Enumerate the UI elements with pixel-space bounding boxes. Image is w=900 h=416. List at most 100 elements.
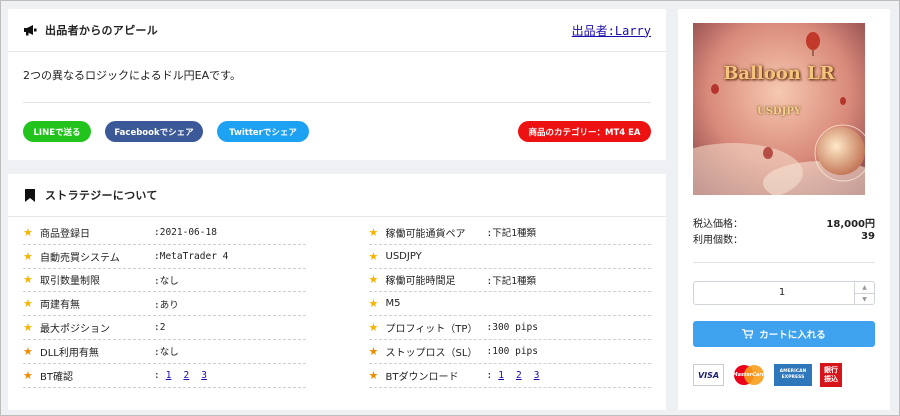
chevron-up-icon[interactable]: ▲ [855,282,874,293]
spec-value: :100 pips [486,345,538,357]
spec-label: 稼働可能時間足 [385,276,456,288]
star-icon: ★ [368,249,379,263]
users-value: 39 [861,231,875,242]
spec-label: 取引数量制限 [40,276,100,288]
seller-appeal-card: 出品者からのアピール 出品者:Larry 2つの異なるロジックによるドル円EAで… [8,9,666,160]
star-icon: ★ [23,368,33,382]
spec-column-right: ★ 稼働可能通貨ペア:下記1種類 ★ USDJPY ★ 稼働可能時間足:下記1種類 ★ M5 ★… [368,221,651,388]
quantity-step-buttons[interactable]: ▲ ▼ [854,282,874,304]
cart-icon [742,329,754,339]
spec-row: ★ 両建有無 :あり [23,292,306,317]
star-icon: ★ [23,225,33,239]
add-to-cart-label: カートに入れる [759,330,826,341]
star-icon: ★ [23,249,33,263]
star-icon: ★ [23,344,33,358]
spec-row: ★ 商品登録日 :2021-06-18 [23,221,306,245]
spec-label: 自動売買システム [40,252,120,264]
quantity-value[interactable]: 1 [694,282,854,304]
star-icon: ★ [368,225,379,239]
spec-row: ★ DLL利用有無 :なし [23,340,306,364]
appeal-title: 出品者からのアピール [45,24,158,37]
users-row: 利用個数： 39 [693,231,875,246]
spec-value: : [154,369,160,381]
bt-link[interactable]: 1 [166,370,172,381]
bt-link[interactable]: 2 [516,370,522,381]
strategy-header: ストラテジーについて [8,174,666,217]
spec-value: :下記1種類 [486,228,536,240]
spec-value: :MetaTrader 4 [154,250,229,262]
spec-value: :あり [154,299,179,311]
chevron-down-icon[interactable]: ▼ [855,293,874,305]
bt-link[interactable]: 2 [183,370,189,381]
product-image-subtitle: USDJPY [756,106,801,117]
spec-label: BTダウンロード [385,371,459,383]
spec-row: ★ BT確認:1 2 3 [23,364,306,388]
price-value: 18,000円 [826,219,875,230]
strategy-card: ストラテジーについて ★ 商品登録日 :2021-06-18 ★ 自動売買システム :Me… [8,174,666,410]
bt-link[interactable]: 1 [498,370,504,381]
strategy-title: ストラテジーについて [45,189,158,202]
appeal-header: 出品者からのアピール 出品者:Larry [8,9,666,52]
price-row: 税込価格： 18,000円 [693,215,875,230]
payment-methods: VISA MasterCard AMERICAN EXPRESS 銀行振込 [693,363,850,387]
star-icon: ★ [23,321,33,335]
product-sidebar: Balloon LR USDJPY 税込価格： 18,000円 利用個数： 39… [678,9,890,410]
spec-label: USDJPY [385,250,422,262]
amex-logo: AMERICAN EXPRESS [774,364,812,386]
spec-label: 両建有無 [40,300,80,312]
spec-value: :300 pips [486,322,538,334]
spec-label: ストップロス（SL） [385,347,478,359]
spec-value: :なし [154,275,179,287]
bank-transfer-logo: 銀行振込 [820,363,842,387]
spec-row: ★ M5 [368,292,651,317]
spec-row: ★ プロフィット（TP） :300 pips [368,316,651,340]
product-image-title: Balloon LR [723,63,835,84]
star-icon: ★ [368,368,379,382]
spec-column-left: ★ 商品登録日:2021-06-18 ★ 自動売買システム:MetaTrader 4 ★… [23,221,306,388]
spec-label: 商品登録日 [40,228,90,240]
mastercard-logo: MasterCard [732,364,766,386]
spec-row: ★ 最大ポジション :2 [23,316,306,340]
megaphone-icon [23,23,37,37]
star-icon: ★ [368,321,379,335]
line-share-button[interactable]: LINEで送る [23,121,91,142]
appeal-description: 2つの異なるロジックによるドル円EAです。 [23,69,242,82]
spec-row: ★ ストップロス（SL） :100 pips [368,340,651,364]
spec-value: :下記1種類 [486,275,536,287]
spec-row: ★ 取引数量制限 :なし [23,269,306,293]
divider [693,262,875,263]
bookmark-icon [23,188,37,202]
users-label: 利用個数： [693,235,743,246]
product-image[interactable]: Balloon LR USDJPY [693,23,865,195]
add-to-cart-button[interactable]: カートに入れる [693,321,875,347]
spec-label: 最大ポジション [40,324,110,336]
star-icon: ★ [368,273,379,287]
spec-row: ★ 稼働可能通貨ペア :下記1種類 [368,221,651,245]
spec-label: BT確認 [40,371,73,383]
star-icon: ★ [368,344,379,358]
seller-link[interactable]: 出品者:Larry [572,22,651,39]
twitter-share-button[interactable]: Twitterでシェア [217,121,309,142]
price-label: 税込価格： [693,219,743,230]
bt-link[interactable]: 3 [534,370,540,381]
bt-link[interactable]: 3 [201,370,207,381]
star-icon: ★ [23,273,33,287]
visa-logo: VISA [693,364,724,386]
spec-label: プロフィット（TP） [385,324,478,336]
quantity-stepper[interactable]: 1 ▲ ▼ [693,281,875,305]
spec-value: :なし [154,347,179,359]
share-buttons: LINEで送る Facebookでシェア Twitterでシェア 商品のカテゴリ… [8,103,666,142]
spec-label: 稼働可能通貨ペア [385,228,466,240]
spec-value: : [486,369,493,381]
spec-row: ★ USDJPY [368,245,651,269]
spec-value: :2 [154,322,166,334]
facebook-share-button[interactable]: Facebookでシェア [105,121,203,142]
spec-row: ★ 稼働可能時間足 :下記1種類 [368,269,651,293]
star-icon: ★ [368,297,379,311]
spec-label: DLL利用有無 [40,347,99,359]
spec-grid: ★ 商品登録日:2021-06-18 ★ 自動売買システム:MetaTrader 4 ★… [8,217,666,388]
spec-row: ★ 自動売買システム :MetaTrader 4 [23,245,306,269]
category-badge[interactable]: 商品のカテゴリー：MT4 EA [518,121,651,142]
star-icon: ★ [23,297,33,311]
spec-value: :2021-06-18 [154,226,217,238]
